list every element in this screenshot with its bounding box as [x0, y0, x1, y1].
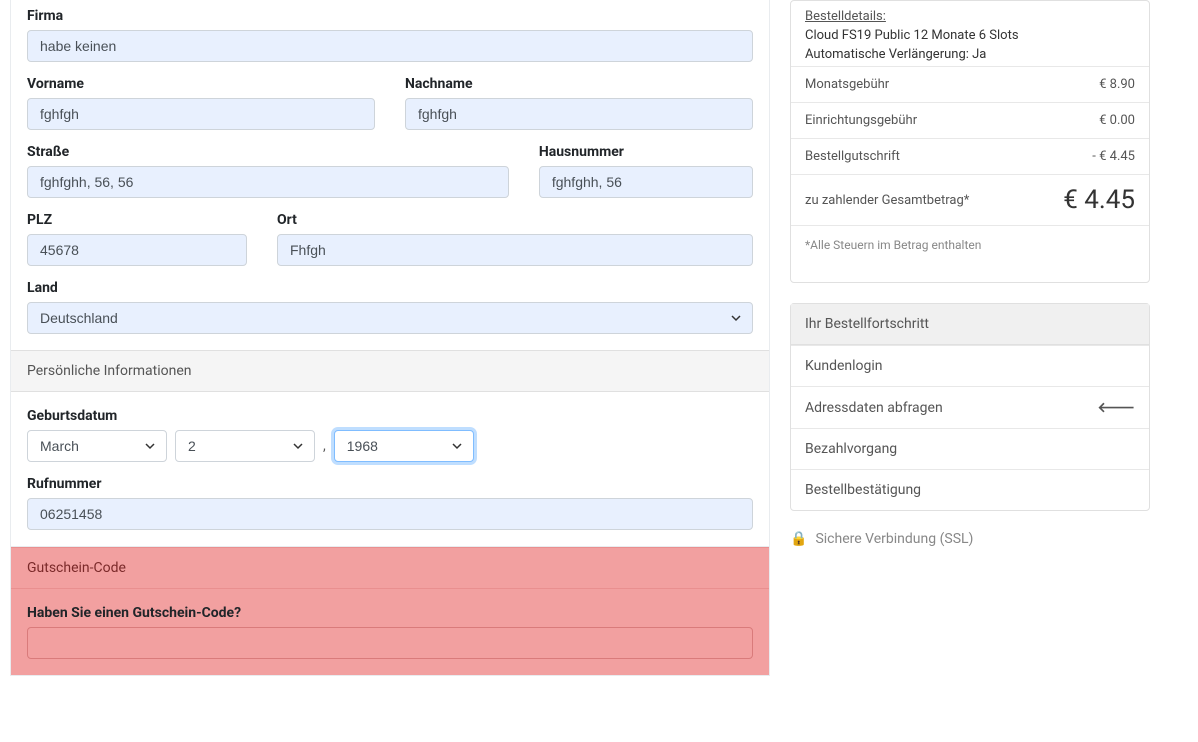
- ort-input[interactable]: [277, 234, 753, 266]
- price-value: - € 4.45: [1092, 149, 1135, 164]
- total-row: zu zahlender Gesamtbetrag* € 4.45: [791, 174, 1149, 225]
- plz-label: PLZ: [27, 212, 247, 228]
- dob-year-select[interactable]: 1968: [334, 430, 474, 462]
- address-section: Firma Vorname Nachname: [10, 0, 770, 350]
- strasse-label: Straße: [27, 144, 509, 160]
- progress-step-label: Adressdaten abfragen: [805, 400, 943, 416]
- ssl-row: 🔒 Sichere Verbindung (SSL): [790, 531, 1150, 547]
- progress-step-label: Bestellbestätigung: [805, 482, 921, 498]
- product-line: Cloud FS19 Public 12 Monate 6 Slots: [805, 28, 1135, 43]
- progress-step-payment[interactable]: Bezahlvorgang: [791, 428, 1149, 469]
- price-value: € 0.00: [1099, 113, 1135, 128]
- nachname-label: Nachname: [405, 76, 753, 92]
- progress-step-address[interactable]: Adressdaten abfragen 🡐: [791, 386, 1149, 428]
- personal-section: Persönliche Informationen Geburtsdatum M…: [10, 350, 770, 547]
- price-label: Einrichtungsgebühr: [805, 113, 917, 128]
- plz-input[interactable]: [27, 234, 247, 266]
- price-row: Monatsgebühr € 8.90: [791, 66, 1149, 102]
- total-label: zu zahlender Gesamtbetrag*: [805, 193, 969, 208]
- price-row: Einrichtungsgebühr € 0.00: [791, 102, 1149, 138]
- hausnummer-label: Hausnummer: [539, 144, 753, 160]
- renewal-line: Automatische Verlängerung: Ja: [805, 47, 1135, 62]
- order-progress-box: Ihr Bestellfortschritt Kundenlogin Adres…: [790, 303, 1150, 511]
- total-value: € 4.45: [1063, 185, 1135, 215]
- coupon-input[interactable]: [27, 627, 753, 659]
- coupon-question-label: Haben Sie einen Gutschein-Code?: [27, 605, 753, 621]
- lock-icon: 🔒: [790, 531, 807, 547]
- land-select[interactable]: Deutschland: [27, 302, 753, 334]
- strasse-input[interactable]: [27, 166, 509, 198]
- dob-month-select[interactable]: March: [27, 430, 167, 462]
- firma-input[interactable]: [27, 30, 753, 62]
- ssl-text: Sichere Verbindung (SSL): [815, 531, 973, 547]
- ort-label: Ort: [277, 212, 753, 228]
- hausnummer-input[interactable]: [539, 166, 753, 198]
- firma-label: Firma: [27, 8, 753, 24]
- coupon-section: Gutschein-Code Haben Sie einen Gutschein…: [10, 547, 770, 676]
- progress-step-label: Kundenlogin: [805, 358, 883, 374]
- dob-day-select[interactable]: 2: [175, 430, 315, 462]
- progress-step-label: Bezahlvorgang: [805, 441, 897, 457]
- arrow-left-icon: 🡐: [1097, 399, 1135, 416]
- coupon-section-header: Gutschein-Code: [11, 547, 769, 589]
- personal-section-header: Persönliche Informationen: [11, 350, 769, 392]
- price-label: Monatsgebühr: [805, 77, 889, 92]
- rufnummer-input[interactable]: [27, 498, 753, 530]
- geburtsdatum-label: Geburtsdatum: [27, 408, 753, 424]
- tax-note: *Alle Steuern im Betrag enthalten: [791, 225, 1149, 282]
- order-summary-box: Bestelldetails: Cloud FS19 Public 12 Mon…: [790, 0, 1150, 283]
- progress-header: Ihr Bestellfortschritt: [791, 304, 1149, 345]
- rufnummer-label: Rufnummer: [27, 476, 753, 492]
- order-details-link[interactable]: Bestelldetails:: [805, 9, 1135, 24]
- vorname-input[interactable]: [27, 98, 375, 130]
- nachname-input[interactable]: [405, 98, 753, 130]
- vorname-label: Vorname: [27, 76, 375, 92]
- progress-step-login[interactable]: Kundenlogin: [791, 345, 1149, 386]
- price-value: € 8.90: [1099, 77, 1135, 92]
- land-label: Land: [27, 280, 753, 296]
- progress-step-confirm[interactable]: Bestellbestätigung: [791, 469, 1149, 510]
- price-label: Bestellgutschrift: [805, 149, 900, 164]
- dob-comma: ,: [323, 438, 326, 454]
- price-row: Bestellgutschrift - € 4.45: [791, 138, 1149, 174]
